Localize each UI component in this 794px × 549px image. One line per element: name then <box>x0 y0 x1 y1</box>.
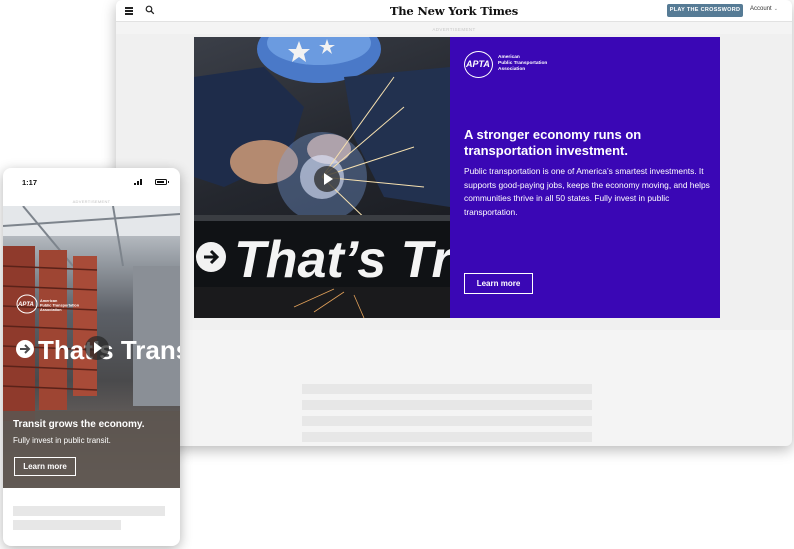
desktop-ad-unit[interactable]: That’s Tra APTA American Public Tra <box>194 37 720 318</box>
mobile-photo-sign-text: That’s Transit <box>38 335 180 365</box>
ad-photo-sign-text: That’s Tra <box>234 231 450 289</box>
play-crossword-button[interactable]: PLAY THE CROSSWORD <box>667 4 743 17</box>
desktop-browser-mockup: The New York Times PLAY THE CROSSWORD Ac… <box>116 0 792 446</box>
mobile-apta-mark: APTA <box>17 302 34 308</box>
mobile-ad-unit[interactable]: That’s Transit APTA AmericanPublic Trans… <box>3 206 180 488</box>
advertisement-label: ADVERTISEMENT <box>432 27 476 32</box>
ad-video-photo[interactable]: That’s Tra <box>194 37 450 318</box>
chevron-down-icon: ⌄ <box>773 6 778 12</box>
learn-more-button[interactable]: Learn more <box>464 273 533 294</box>
play-video-button[interactable] <box>314 166 340 192</box>
ad-copy-panel: APTA American Public Transportation Asso… <box>450 37 720 318</box>
apta-logo-mark: APTA <box>466 59 490 69</box>
mobile-ad-subhead: Fully invest in public transit. <box>13 436 111 445</box>
mobile-content-placeholder <box>13 506 165 516</box>
cellular-signal-icon <box>134 178 144 185</box>
ad-body-text: Public transportation is one of America’… <box>464 166 710 217</box>
mobile-advertisement-label: ADVERTISEMENT <box>72 199 111 204</box>
mobile-play-video-button[interactable] <box>85 336 109 360</box>
battery-icon <box>155 179 169 185</box>
site-header: The New York Times PLAY THE CROSSWORD Ac… <box>116 0 792 22</box>
mobile-learn-more-button[interactable]: Learn more <box>14 457 76 476</box>
composite-stage: The New York Times PLAY THE CROSSWORD Ac… <box>0 0 794 549</box>
apta-logo-name: American Public Transportation Associati… <box>498 55 548 72</box>
content-placeholder-line <box>302 400 592 410</box>
mobile-ad-headline: Transit grows the economy. <box>13 419 145 430</box>
mobile-content-placeholder <box>13 520 121 530</box>
content-placeholder-line <box>302 432 592 442</box>
mobile-phone-mockup: 1:17 ADVERTISEMENT That’s Tran APTA Amer… <box>3 168 180 546</box>
status-bar-time: 1:17 <box>22 178 38 187</box>
account-label: Account <box>750 6 772 12</box>
account-menu[interactable]: Account ⌄ <box>750 6 778 12</box>
content-placeholder-line <box>302 384 592 394</box>
content-placeholder-line <box>302 416 592 426</box>
apta-logo[interactable]: APTA American Public Transportation Asso… <box>464 51 554 79</box>
ad-headline: A stronger economy runs on transportatio… <box>464 127 642 158</box>
